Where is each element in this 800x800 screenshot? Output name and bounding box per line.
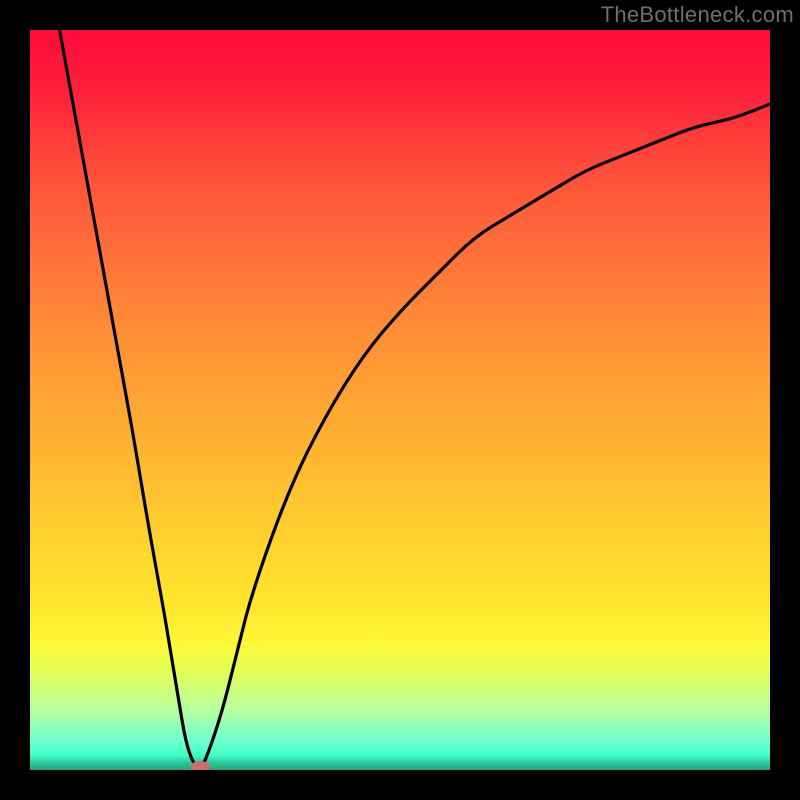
curve-svg <box>30 30 770 770</box>
bottleneck-curve <box>60 30 770 768</box>
plot-area <box>30 30 770 770</box>
chart-frame: TheBottleneck.com <box>0 0 800 800</box>
watermark-text: TheBottleneck.com <box>601 2 794 28</box>
